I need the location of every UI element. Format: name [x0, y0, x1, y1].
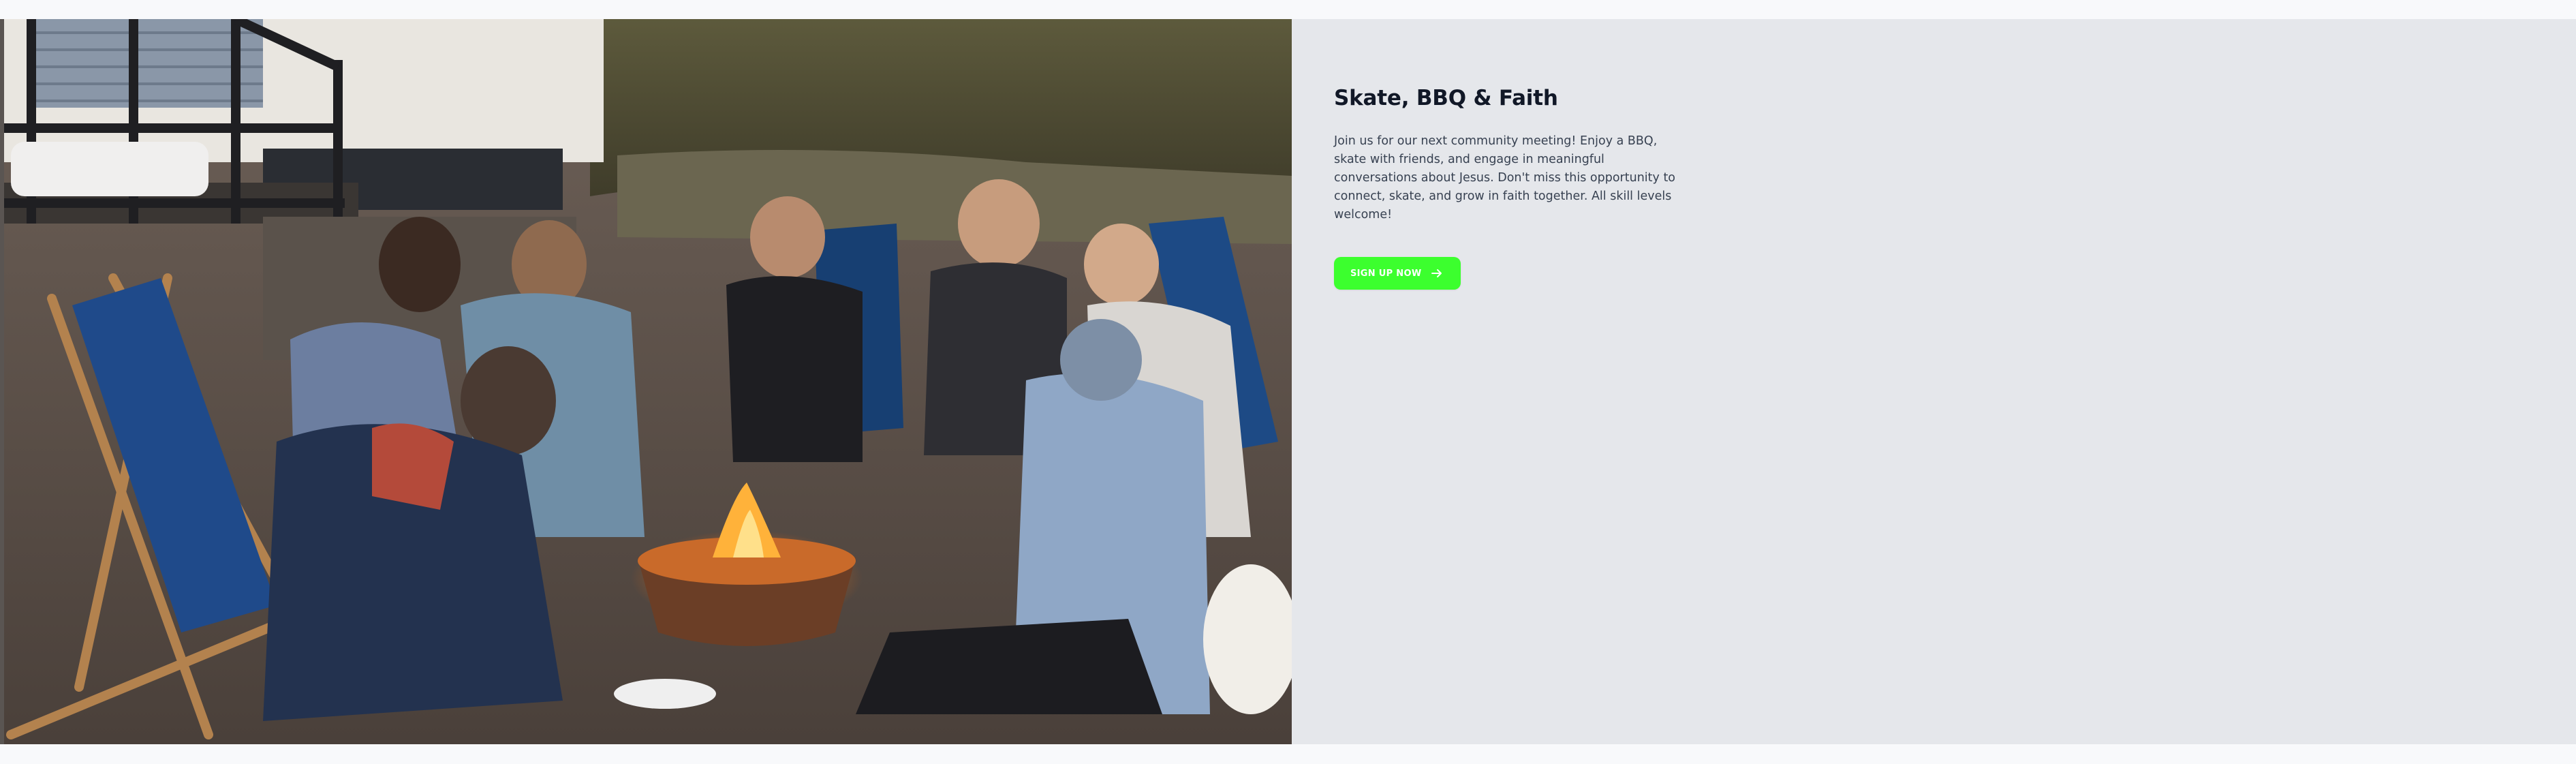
event-details: Skate, BBQ & Faith Join us for our next … [1334, 85, 1688, 290]
sign-up-button-label: SIGN UP NOW [1350, 268, 1422, 279]
page-top-margin [0, 0, 2576, 19]
group-around-campfire-photo [4, 19, 1292, 744]
event-title: Skate, BBQ & Faith [1334, 86, 1558, 110]
arrow-right-icon [1431, 267, 1443, 279]
sign-up-button[interactable]: SIGN UP NOW [1334, 257, 1461, 290]
event-description: Join us for our next community meeting! … [1334, 134, 1676, 222]
event-section: Skate, BBQ & Faith Join us for our next … [0, 19, 2576, 744]
photo-illustration [4, 19, 1292, 744]
page-bottom-margin [0, 744, 2576, 764]
